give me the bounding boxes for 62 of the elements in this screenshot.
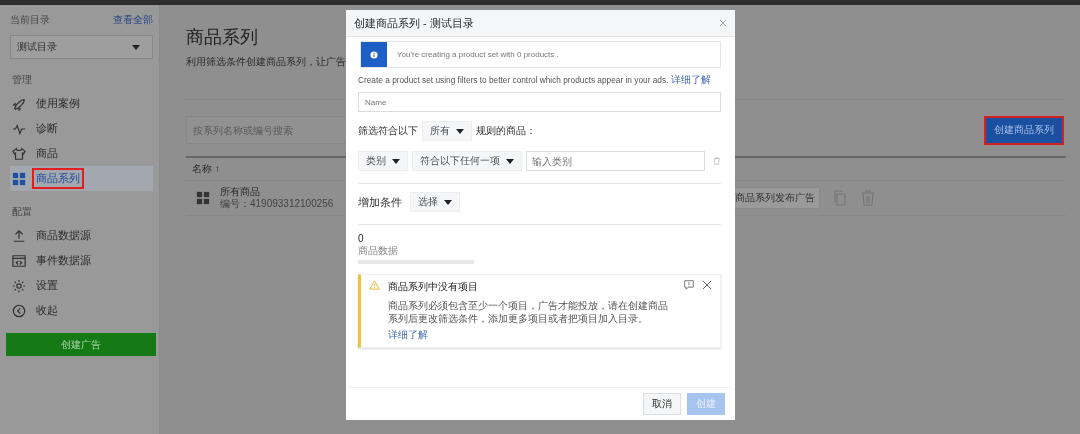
dialog-description: Create a product set using filters to better control which products appear in your ads. 详细了解 (358, 73, 712, 87)
close-icon[interactable] (702, 280, 712, 290)
shirt-icon (12, 146, 26, 161)
sidebar-item[interactable]: 使用案例 (10, 91, 153, 116)
grid-icon (12, 171, 26, 186)
name-field[interactable]: Name (358, 92, 721, 112)
page-title: 商品系列 (186, 26, 259, 49)
operator-dropdown[interactable]: 符合以下任何一项 (412, 151, 522, 171)
sidebar-item[interactable]: 事件数据源 (10, 248, 153, 273)
settings-icon (12, 278, 26, 293)
dialog-title: 创建商品系列 - 测试目录 (354, 15, 474, 31)
filter-prefix: 筛选符合以下 (358, 124, 418, 138)
filter-suffix: 规则的商品： (476, 124, 536, 138)
trash-icon[interactable] (713, 157, 721, 165)
product-count: 0 (358, 233, 365, 244)
cancel-button[interactable]: 取消 (643, 393, 681, 415)
warning-text: 商品系列必须包含至少一个项目，广告才能投放，请在创建商品系列后更改筛选条件，添加更多项目或者把项目加入目录。 (388, 299, 669, 325)
view-all-link[interactable]: 查看全部 (113, 13, 153, 27)
warning-title: 商品系列中没有项目 (388, 280, 479, 294)
sidebar-item[interactable]: 商品 (10, 141, 153, 166)
sidebar-item-label: 诊断 (35, 121, 59, 136)
row-id: 编号：419093312100256 (220, 198, 334, 210)
info-icon (370, 50, 378, 59)
column-header[interactable]: 名称 ↑ (192, 162, 220, 176)
sidebar-item[interactable]: 商品数据源 (10, 223, 153, 248)
warning-learn-more-link[interactable]: 详细了解 (388, 328, 428, 342)
category-field[interactable]: 输入类别 (526, 151, 706, 171)
sidebar-item[interactable]: 商品系列 (10, 166, 153, 191)
sidebar-item-label: 使用案例 (35, 96, 81, 111)
catalog-dropdown[interactable]: 测试目录 (10, 35, 153, 59)
sidebar-item-label: 收起 (35, 303, 59, 318)
sidebar-item-label: 商品系列 (32, 168, 84, 189)
section-title: 配置 (12, 205, 33, 219)
grid-icon (196, 191, 210, 205)
create-ad-button[interactable]: 创建广告 (6, 333, 156, 356)
sidebar-item[interactable]: 诊断 (10, 116, 153, 141)
sidebar-item-label: 商品 (35, 146, 59, 161)
sidebar-item[interactable]: 设置 (10, 273, 153, 298)
code-icon (12, 253, 26, 268)
learn-more-link[interactable]: 详细了解 (670, 74, 711, 85)
page-subtitle: 利用筛选条件创建商品系列，让广告 (186, 55, 346, 69)
sidebar-item-label: 商品数据源 (35, 228, 92, 243)
add-condition-label: 增加条件 (358, 194, 402, 210)
chevron-circle-icon (12, 303, 26, 318)
upload-icon (12, 228, 26, 243)
sidebar-item-label: 设置 (35, 278, 59, 293)
row-name: 所有商品 (220, 186, 261, 198)
match-dropdown[interactable]: 所有 (422, 121, 472, 141)
sidebar-item[interactable]: 收起 (10, 298, 153, 323)
rocket-icon (12, 96, 26, 111)
condition-dropdown[interactable]: 选择 (410, 192, 460, 212)
field-dropdown[interactable]: 类别 (358, 151, 408, 171)
feedback-icon[interactable] (684, 280, 694, 290)
trash-icon[interactable] (860, 189, 876, 207)
sidebar-item-label: 事件数据源 (35, 253, 92, 268)
section-title: 管理 (12, 73, 33, 87)
info-text: You're creating a product set with 0 products . (397, 50, 559, 59)
warning-icon (369, 280, 380, 290)
product-count-label: 商品数据 (358, 244, 399, 258)
catalog-label: 当前目录 (10, 13, 50, 27)
pulse-icon (12, 121, 26, 136)
create-product-set-button[interactable]: 创建商品系列 (984, 115, 1064, 145)
